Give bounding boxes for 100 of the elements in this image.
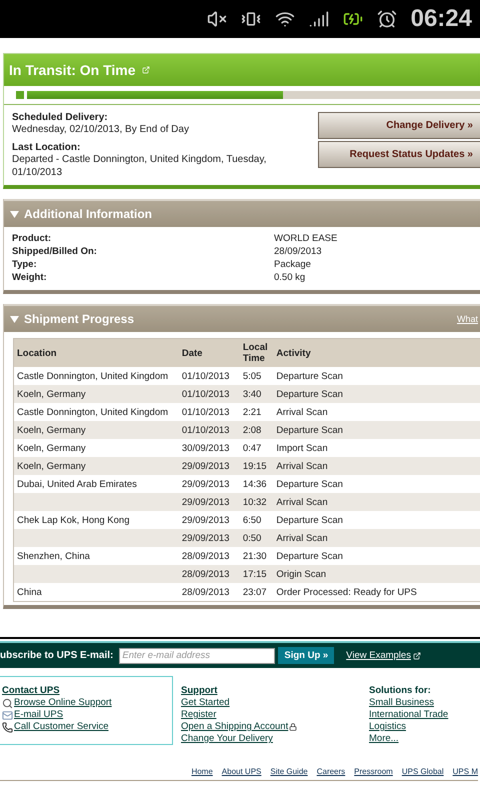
- footer-link[interactable]: Browse Online Support: [2, 697, 112, 709]
- table-cell: 29/09/2013: [178, 493, 240, 511]
- info-value: 28/09/2013: [274, 245, 323, 258]
- info-label: Weight:: [12, 271, 48, 284]
- info-value: WORLD EASE: [274, 232, 338, 245]
- table-cell: 2:08: [240, 421, 274, 439]
- table-cell: 01/10/2013: [178, 403, 240, 421]
- table-cell: Departure Scan: [273, 367, 480, 385]
- column-header: Location: [14, 338, 179, 367]
- table-cell: 5:05: [240, 367, 274, 385]
- mute-icon: [206, 9, 227, 29]
- info-label: Product:: [12, 232, 52, 245]
- table-cell: 0:47: [240, 439, 274, 457]
- table-cell: 30/09/2013: [178, 439, 240, 457]
- table-cell: Arrival Scan: [273, 529, 480, 547]
- table-cell: Arrival Scan: [273, 457, 480, 475]
- bottom-link[interactable]: Careers: [316, 767, 346, 776]
- table-cell: Chek Lap Kok, Hong Kong: [14, 511, 179, 529]
- sign-up-button[interactable]: Sign Up »: [278, 647, 334, 664]
- footer-link[interactable]: Change Your Delivery: [181, 733, 273, 745]
- signal-icon: [308, 9, 329, 29]
- popup-icon[interactable]: [142, 66, 150, 74]
- detail-label: Last Location:: [12, 142, 82, 153]
- action-button[interactable]: Request Status Updates »: [318, 141, 480, 168]
- table-cell: 21:30: [240, 547, 274, 565]
- table-cell: 17:15: [240, 565, 274, 583]
- table-cell: 10:32: [240, 493, 274, 511]
- table-cell: Koeln, Germany: [14, 439, 179, 457]
- detail-value: Wednesday, 02/10/2013, By End of Day: [12, 123, 190, 136]
- footer-link[interactable]: International Trade: [369, 709, 448, 721]
- section-title: Additional Information: [24, 207, 152, 221]
- table-cell: Koeln, Germany: [14, 385, 179, 403]
- table-cell: 29/09/2013: [178, 529, 240, 547]
- bottom-link[interactable]: About UPS: [222, 767, 262, 776]
- column-header: Date: [178, 338, 240, 367]
- bottom-link[interactable]: Site Guide: [270, 767, 308, 776]
- progress-start: [16, 91, 24, 99]
- email-field[interactable]: Enter e-mail address: [119, 648, 276, 664]
- info-value: Package: [274, 258, 312, 271]
- table-cell: Origin Scan: [273, 565, 480, 583]
- info-value: 0.50 kg: [274, 271, 306, 284]
- table-cell: 19:15: [240, 457, 274, 475]
- alarm-icon: [376, 9, 397, 29]
- table-cell: Koeln, Germany: [14, 421, 179, 439]
- column-header: Local Time: [240, 338, 274, 367]
- table-cell: Departure Scan: [273, 475, 480, 493]
- table-cell: 01/10/2013: [178, 421, 240, 439]
- bottom-link[interactable]: Home: [191, 767, 213, 776]
- column-header: Activity: [273, 338, 480, 367]
- table-cell: Departure Scan: [273, 421, 480, 439]
- section-title: Shipment Progress: [24, 312, 134, 326]
- clock-time: 06:24: [410, 5, 472, 33]
- caret-down-icon[interactable]: [10, 316, 19, 322]
- footer-link[interactable]: Get Started: [181, 697, 230, 709]
- info-label: Shipped/Billed On:: [12, 245, 98, 258]
- table-cell: 29/09/2013: [178, 457, 240, 475]
- footer-heading: Support: [181, 685, 218, 697]
- table-cell: 28/09/2013: [178, 583, 240, 602]
- table-cell: Shenzhen, China: [14, 547, 179, 565]
- table-cell: Departure Scan: [273, 511, 480, 529]
- bottom-link[interactable]: UPS M: [452, 767, 478, 776]
- table-cell: Order Processed: Ready for UPS: [273, 583, 480, 602]
- table-cell: 29/09/2013: [178, 475, 240, 493]
- table-cell: 2:21: [240, 403, 274, 421]
- table-cell: Departure Scan: [273, 547, 480, 565]
- table-cell: Arrival Scan: [273, 403, 480, 421]
- table-cell: Arrival Scan: [273, 493, 480, 511]
- table-cell: Import Scan: [273, 439, 480, 457]
- bottom-link[interactable]: Pressroom: [354, 767, 393, 776]
- detail-label: Scheduled Delivery:: [12, 112, 109, 123]
- footer-link[interactable]: Small Business: [369, 697, 434, 709]
- subscribe-label: ubscribe to UPS E-mail:: [0, 650, 114, 661]
- table-cell: 0:50: [240, 529, 274, 547]
- popup-icon: [412, 652, 421, 660]
- search-icon: [2, 698, 13, 708]
- footer-heading: Solutions for:: [369, 685, 431, 697]
- table-cell: 01/10/2013: [178, 385, 240, 403]
- footer-link[interactable]: Register: [181, 709, 216, 721]
- phone-icon: [2, 722, 13, 732]
- footer-link[interactable]: Open a Shipping Account: [181, 721, 298, 733]
- table-cell: 14:36: [240, 475, 274, 493]
- table-cell: Koeln, Germany: [14, 457, 179, 475]
- table-cell: China: [14, 583, 179, 602]
- footer-link[interactable]: More...: [369, 733, 399, 745]
- footer-link[interactable]: E-mail UPS: [2, 709, 64, 721]
- table-cell: Departure Scan: [273, 385, 480, 403]
- mail-icon: [2, 710, 13, 720]
- table-cell: 3:40: [240, 385, 274, 403]
- view-examples-link[interactable]: View Examples: [346, 650, 421, 661]
- bottom-link[interactable]: UPS Global: [402, 767, 444, 776]
- table-cell: Dubai, United Arab Emirates: [14, 475, 179, 493]
- footer-link[interactable]: Logistics: [369, 721, 406, 733]
- detail-value: Departed - Castle Donnington, United Kingdom, Tuesday, 01/10/2013: [12, 153, 268, 179]
- action-button[interactable]: Change Delivery »: [318, 112, 480, 139]
- table-cell: 28/09/2013: [178, 565, 240, 583]
- table-cell: 29/09/2013: [178, 511, 240, 529]
- caret-down-icon[interactable]: [10, 210, 19, 218]
- footer-link[interactable]: Call Customer Service: [2, 721, 108, 733]
- info-label: Type:: [12, 258, 38, 271]
- table-cell: 01/10/2013: [178, 367, 240, 385]
